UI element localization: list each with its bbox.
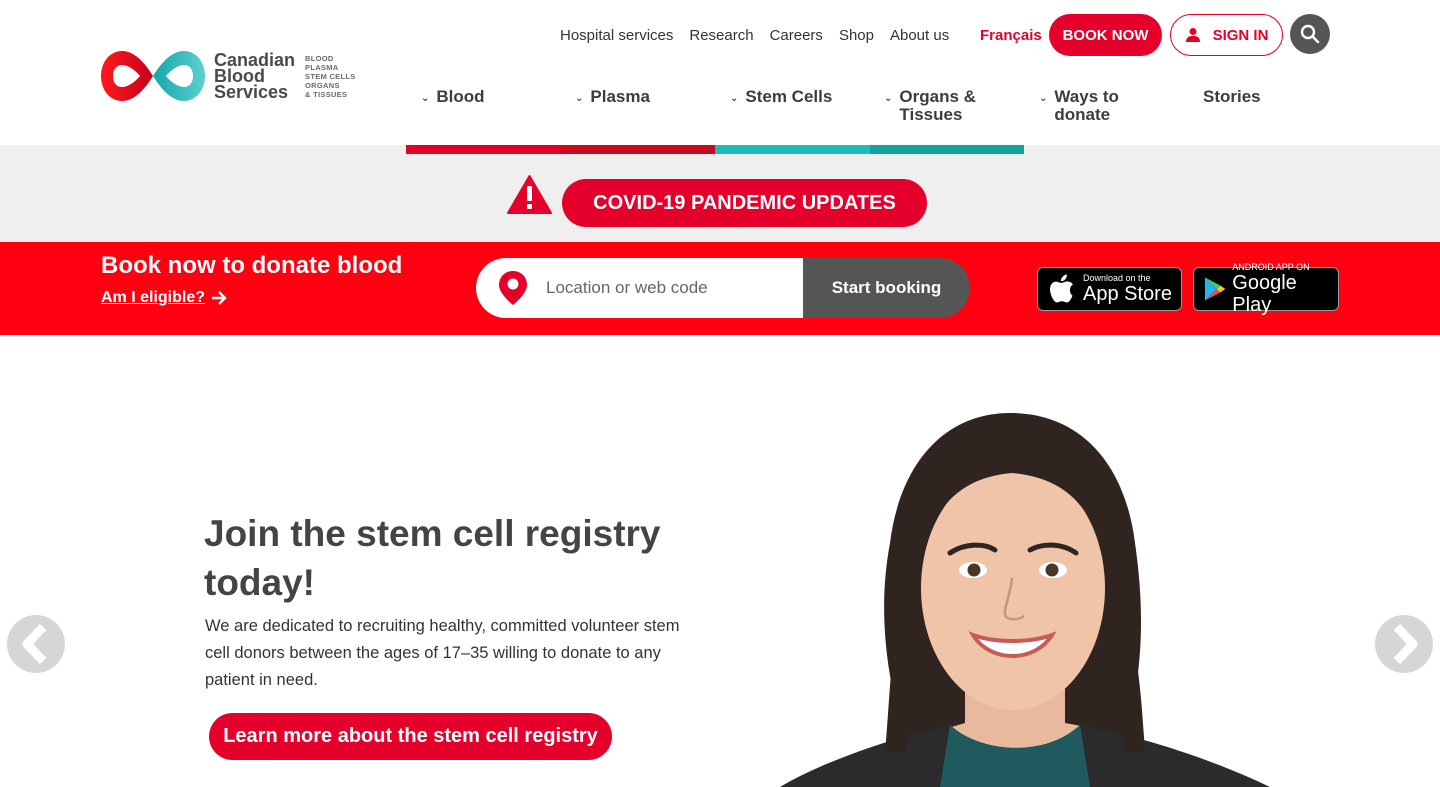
- booking-search: Start booking: [476, 258, 970, 318]
- google-play-icon: [1204, 277, 1226, 301]
- hero-title: Join the stem cell registry today!: [204, 513, 661, 603]
- app-store-badge[interactable]: Download on the App Store: [1037, 267, 1182, 311]
- eligibility-label: Am I eligible?: [101, 289, 206, 306]
- color-bar-segment: [561, 145, 715, 154]
- nav-color-bar: [406, 145, 1024, 154]
- arrow-right-icon: [212, 291, 227, 305]
- google-play-small: ANDROID APP ON: [1232, 262, 1310, 272]
- warning-icon: [507, 175, 552, 214]
- hero-carousel: Join the stem cell registry today! We ar…: [0, 335, 1440, 787]
- chevron-down-icon: ⌄: [1039, 93, 1048, 104]
- nav-item-plasma[interactable]: ⌄ Plasma: [575, 88, 650, 108]
- tagline-line: STEM CELLS: [305, 71, 356, 81]
- color-bar-segment: [870, 145, 1024, 154]
- learn-more-button[interactable]: Learn more about the stem cell registry: [209, 713, 612, 760]
- chevron-down-icon: ⌄: [730, 93, 739, 104]
- user-icon: [1185, 28, 1200, 42]
- booking-band: Book now to donate blood Am I eligible? …: [0, 242, 1440, 335]
- nav-label: Stories: [1203, 87, 1261, 106]
- hero-description: We are dedicated to recruiting healthy, …: [205, 617, 680, 689]
- site-header: Canadian Blood Services BLOOD PLASMA STE…: [0, 0, 1440, 145]
- utility-nav: Hospital services Research Careers Shop …: [560, 27, 949, 44]
- sign-in-button[interactable]: SIGN IN: [1170, 14, 1283, 56]
- eligibility-link[interactable]: Am I eligible?: [101, 289, 227, 307]
- util-link-hospital-services[interactable]: Hospital services: [560, 27, 673, 44]
- nav-item-stories[interactable]: Stories: [1203, 88, 1261, 106]
- nav-label: Blood: [436, 87, 485, 106]
- color-bar-segment: [406, 145, 561, 154]
- nav-item-ways-to-donate[interactable]: ⌄ Ways to donate: [1039, 88, 1119, 124]
- map-pin-icon: [499, 271, 527, 305]
- util-link-about-us[interactable]: About us: [890, 27, 949, 44]
- nav-label: Organs & Tissues: [899, 87, 976, 124]
- apple-icon: [1050, 274, 1073, 303]
- google-play-badge[interactable]: ANDROID APP ON Google Play: [1193, 262, 1339, 316]
- google-play-text: ANDROID APP ON Google Play: [1232, 262, 1338, 316]
- nav-item-blood[interactable]: ⌄ Blood: [421, 88, 485, 108]
- search-icon: [1300, 24, 1320, 44]
- carousel-next-button[interactable]: [1375, 615, 1433, 673]
- tagline-line: PLASMA: [305, 62, 339, 72]
- nav-item-organs-tissues[interactable]: ⌄ Organs & Tissues: [884, 88, 976, 124]
- tagline-line: BLOOD: [305, 53, 334, 63]
- chevron-right-icon: [1393, 624, 1418, 664]
- search-button[interactable]: [1290, 14, 1330, 54]
- covid-banner: COVID-19 PANDEMIC UPDATES: [0, 145, 1440, 242]
- nav-label: Ways to donate: [1054, 87, 1119, 124]
- chevron-down-icon: ⌄: [575, 93, 584, 104]
- language-toggle[interactable]: Français: [980, 27, 1042, 44]
- util-link-shop[interactable]: Shop: [839, 27, 874, 44]
- chevron-down-icon: ⌄: [421, 93, 430, 104]
- covid-updates-button[interactable]: COVID-19 PANDEMIC UPDATES: [562, 179, 927, 227]
- app-store-small: Download on the: [1083, 273, 1151, 283]
- google-play-big: Google Play: [1232, 272, 1297, 316]
- book-now-button[interactable]: BOOK NOW: [1049, 14, 1162, 56]
- location-input[interactable]: [546, 278, 786, 298]
- nav-label: Plasma: [590, 87, 650, 106]
- hero-portrait-image: [780, 413, 1270, 787]
- main-nav: ⌄ Blood ⌄ Plasma ⌄ Stem Cells ⌄ Organs &…: [0, 88, 1440, 128]
- carousel-prev-button[interactable]: [7, 615, 65, 673]
- sign-in-label: SIGN IN: [1212, 26, 1269, 44]
- util-link-research[interactable]: Research: [689, 27, 753, 44]
- nav-item-stem-cells[interactable]: ⌄ Stem Cells: [730, 88, 832, 108]
- app-store-big: App Store: [1083, 283, 1172, 305]
- chevron-down-icon: ⌄: [884, 93, 893, 104]
- color-bar-segment: [715, 145, 870, 154]
- util-link-careers[interactable]: Careers: [770, 27, 823, 44]
- start-booking-button[interactable]: Start booking: [803, 258, 970, 318]
- location-field[interactable]: [476, 258, 803, 318]
- nav-label: Stem Cells: [745, 87, 833, 106]
- chevron-left-icon: [22, 624, 47, 664]
- booking-title: Book now to donate blood: [101, 252, 403, 279]
- app-store-text: Download on the App Store: [1083, 273, 1172, 305]
